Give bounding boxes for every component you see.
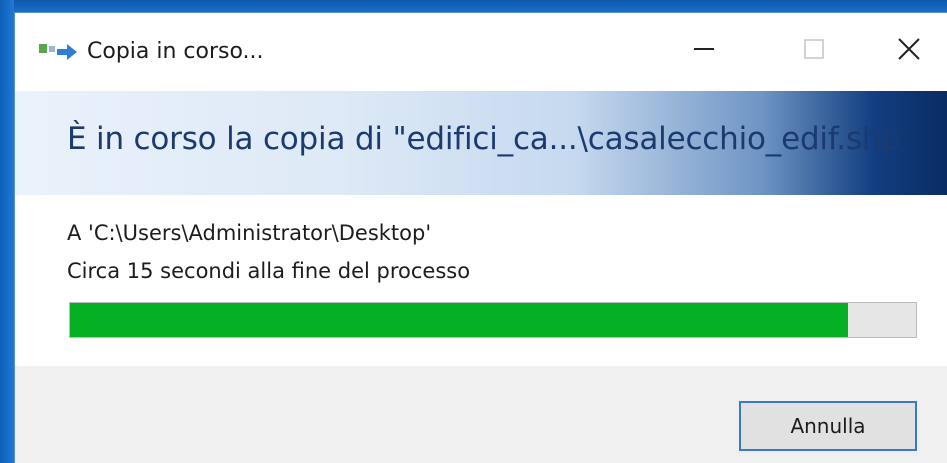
copy-banner: È in corso la copia di "edifici_ca...\ca…	[15, 91, 947, 195]
time-remaining: Circa 15 secondi alla fine del processo	[67, 259, 471, 283]
desktop-background	[0, 0, 947, 12]
close-button[interactable]	[875, 13, 943, 88]
destination-path: A 'C:\Users\Administrator\Desktop'	[67, 221, 432, 245]
progress-bar	[69, 302, 917, 338]
cancel-button[interactable]: Annulla	[739, 401, 917, 451]
desktop-background-left	[0, 0, 14, 463]
minimize-button[interactable]	[670, 13, 738, 88]
maximize-button[interactable]	[780, 13, 848, 88]
maximize-icon	[802, 37, 826, 65]
minimize-icon	[692, 37, 716, 65]
copy-status-heading: È in corso la copia di "edifici_ca...\ca…	[67, 121, 901, 157]
title-bar[interactable]: Copia in corso...	[15, 13, 947, 88]
progress-fill	[70, 303, 849, 337]
close-icon	[896, 36, 922, 66]
window-title: Copia in corso...	[87, 39, 264, 64]
copy-arrow-icon	[37, 39, 79, 61]
copy-progress-dialog: Copia in corso... È in corso la copia di…	[14, 12, 947, 463]
